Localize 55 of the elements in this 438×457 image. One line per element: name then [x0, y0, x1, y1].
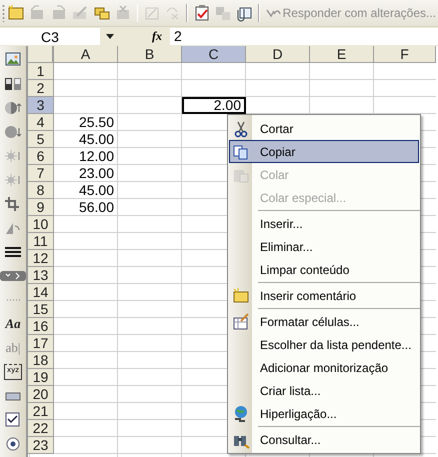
row-header[interactable]: 10: [28, 216, 54, 233]
row-header[interactable]: 3: [28, 97, 54, 114]
new-comment-icon[interactable]: [7, 4, 26, 22]
row-header[interactable]: 1: [28, 63, 54, 80]
row-header[interactable]: 18: [28, 352, 54, 369]
row-header[interactable]: 4: [28, 114, 54, 131]
row-header[interactable]: 12: [28, 250, 54, 267]
row-header[interactable]: 19: [28, 369, 54, 386]
row-header[interactable]: 11: [28, 233, 54, 250]
menu-item[interactable]: Criar lista...: [229, 379, 419, 402]
globe-link-icon: [232, 404, 250, 422]
menu-item[interactable]: Eliminar...: [229, 235, 419, 258]
row-header[interactable]: 13: [28, 267, 54, 284]
row-header[interactable]: 8: [28, 182, 54, 199]
font-style-tool[interactable]: Aa: [5, 316, 21, 332]
row-header[interactable]: 16: [28, 318, 54, 335]
row-header[interactable]: 5: [28, 131, 54, 148]
column-header[interactable]: A: [54, 46, 118, 63]
row-header[interactable]: 9: [28, 199, 54, 216]
clipboard-check-icon[interactable]: [192, 4, 211, 22]
select-all-corner[interactable]: [28, 46, 54, 63]
copy-icon: [232, 142, 250, 160]
row-header[interactable]: 22: [28, 420, 54, 437]
column-header[interactable]: B: [118, 46, 182, 63]
row-header[interactable]: 14: [28, 284, 54, 301]
menu-item[interactable]: Formatar células...: [229, 310, 419, 333]
menu-item[interactable]: Inserir...: [229, 212, 419, 235]
formula-field[interactable]: 2: [170, 28, 438, 45]
column-header[interactable]: D: [246, 46, 310, 63]
function-label[interactable]: fx: [152, 29, 170, 44]
row-header[interactable]: 20: [28, 386, 54, 403]
row-header[interactable]: 15: [28, 301, 54, 318]
column-header[interactable]: E: [310, 46, 374, 63]
name-box[interactable]: C3: [0, 28, 100, 45]
comment-icon: [232, 286, 250, 304]
format-cells-icon: [232, 312, 250, 330]
column-header[interactable]: F: [374, 46, 436, 63]
menu-item[interactable]: Cortar: [229, 117, 419, 140]
scissors-icon: [232, 120, 250, 138]
menu-item[interactable]: Escolher da lista pendente...: [229, 333, 419, 356]
row-header[interactable]: 23: [28, 437, 54, 454]
menu-item[interactable]: Limpar conteúdo: [229, 258, 419, 281]
row-header[interactable]: 7: [28, 165, 54, 182]
dropdown-arrow-icon[interactable]: [106, 34, 114, 39]
table-cell: 2.00: [182, 97, 246, 114]
menu-item[interactable]: Adicionar monitorização: [229, 356, 419, 379]
row-header[interactable]: 17: [28, 335, 54, 352]
menu-item[interactable]: Hiperligação...: [229, 402, 419, 425]
column-header[interactable]: C: [182, 46, 246, 63]
menu-item[interactable]: Consultar...: [229, 428, 419, 451]
row-header[interactable]: 21: [28, 403, 54, 420]
menu-item[interactable]: Copiar: [229, 140, 419, 163]
menu-item[interactable]: Inserir comentário: [229, 284, 419, 307]
row-header[interactable]: 2: [28, 80, 54, 97]
row-header[interactable]: 6: [28, 148, 54, 165]
